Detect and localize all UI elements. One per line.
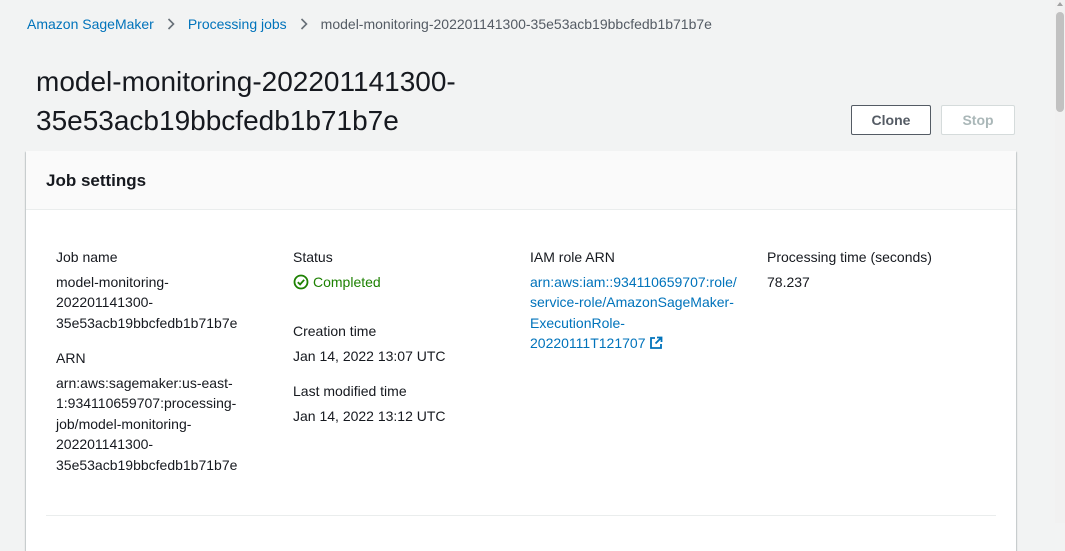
external-link-icon[interactable] [649, 336, 663, 350]
check-circle-icon [293, 274, 309, 290]
section-divider [46, 515, 996, 516]
column-iam-role: IAM role ARN arn:aws:iam::934110659707:r… [530, 247, 760, 354]
scrollbar-thumb[interactable] [1056, 12, 1064, 112]
processing-time-value: 78.237 [767, 273, 810, 290]
job-name-value: model-monitoring- 202201141300- 35e53acb… [56, 272, 276, 334]
column-job-info: Job name model-monitoring- 202201141300-… [56, 247, 276, 475]
job-name-label: Job name [56, 249, 118, 265]
creation-time-label: Creation time [293, 323, 377, 339]
processing-time-label: Processing time (seconds) [767, 249, 932, 265]
job-name-line: 202201141300- [56, 294, 154, 310]
breadcrumb-link-processing-jobs[interactable]: Processing jobs [188, 16, 287, 32]
scroll-up-arrow-icon[interactable] [1057, 2, 1063, 6]
iam-role-arn-label: IAM role ARN [530, 249, 615, 265]
column-status: Status Completed Creation time Jan 14, 2… [293, 247, 513, 426]
arn-label: ARN [56, 350, 86, 366]
status-badge: Completed [293, 272, 513, 293]
iam-role-line[interactable]: arn:aws:iam::934110659707:role/ [530, 274, 737, 290]
status-value: Completed [313, 273, 381, 290]
column-processing-time: Processing time (seconds) 78.237 [767, 247, 997, 292]
iam-role-line[interactable]: ExecutionRole- [530, 315, 625, 331]
breadcrumb-link-amazon-sagemaker[interactable]: Amazon SageMaker [27, 16, 154, 32]
breadcrumb-current: model-monitoring-202201141300-35e53acb19… [320, 16, 712, 32]
stop-button[interactable]: Stop [941, 105, 1015, 135]
page-title: model-monitoring-202201141300- 35e53acb1… [36, 62, 556, 140]
arn-line: 202201141300- [56, 436, 154, 452]
chevron-right-icon [287, 18, 321, 30]
status-label: Status [293, 249, 333, 265]
page-scrollbar[interactable] [1055, 0, 1065, 523]
arn-line: 35e53acb19bbcfedb1b71b7e [56, 456, 238, 473]
arn-line: 1:934110659707:processing- [56, 395, 237, 411]
chevron-right-icon [154, 18, 188, 30]
clone-button[interactable]: Clone [851, 105, 931, 135]
creation-time-value: Jan 14, 2022 13:07 UTC [293, 347, 446, 364]
arn-line: job/model-monitoring- [56, 415, 192, 432]
page-title-line-2: 35e53acb19bbcfedb1b71b7e [36, 105, 399, 136]
panel-header: Job settings [26, 151, 1016, 210]
iam-role-line[interactable]: 20220111T121707 [530, 335, 645, 351]
job-name-line: model-monitoring- [56, 273, 169, 290]
panel-heading: Job settings [46, 171, 147, 190]
arn-line: arn:aws:sagemaker:us-east- [56, 374, 233, 391]
job-name-line: 35e53acb19bbcfedb1b71b7e [56, 314, 238, 331]
last-modified-time-value: Jan 14, 2022 13:12 UTC [293, 407, 446, 424]
iam-role-arn-link[interactable]: arn:aws:iam::934110659707:role/ service-… [530, 272, 760, 354]
arn-value: arn:aws:sagemaker:us-east- 1:93411065970… [56, 373, 276, 476]
breadcrumb: Amazon SageMaker Processing jobs model-m… [27, 16, 712, 32]
last-modified-time-label: Last modified time [293, 383, 407, 399]
job-settings-panel: Job settings Job name model-monitoring- … [26, 151, 1016, 551]
page-title-line-1: model-monitoring-202201141300- [36, 66, 456, 97]
iam-role-line[interactable]: service-role/AmazonSageMaker- [530, 294, 734, 310]
